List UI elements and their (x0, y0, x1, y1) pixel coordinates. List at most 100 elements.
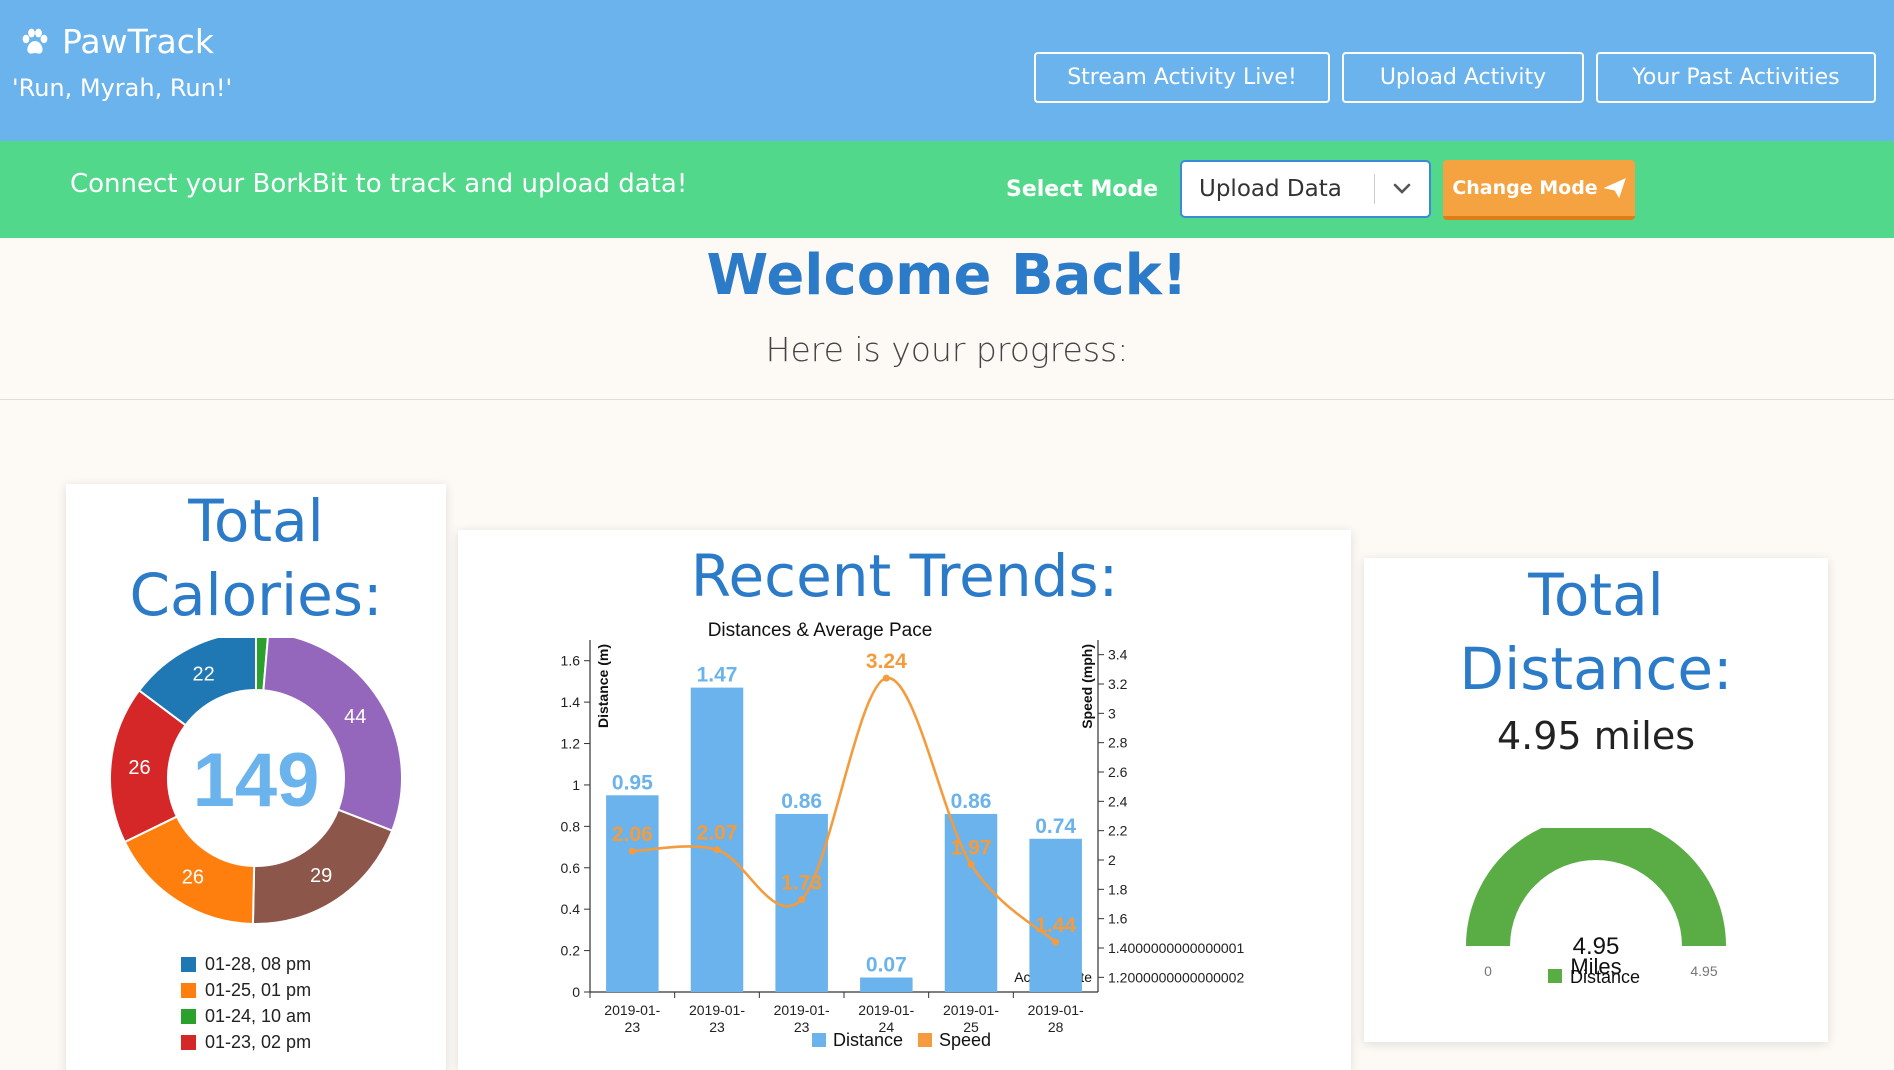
legend-swatch (181, 1009, 196, 1024)
legend-swatch-speed (918, 1033, 932, 1047)
gauge-max-label: 4.95 (1690, 963, 1717, 979)
speed-data-label: 2.06 (612, 823, 653, 846)
legend-swatch (181, 957, 196, 972)
gauge-min-label: 0 (1484, 963, 1492, 979)
legend-swatch (181, 983, 196, 998)
y2-tick-label: 3.4 (1108, 647, 1128, 663)
calories-donut-chart: 44 29 26 26 22 149 01-28, 08 pm 01-25, 01 pm 01-… (109, 638, 403, 1052)
distance-data-label: 1.47 (697, 664, 738, 687)
mode-select-value: Upload Data (1199, 176, 1342, 202)
app-name: PawTrack (62, 22, 214, 61)
progress-subtitle: Here is your progress: (765, 330, 1129, 369)
calories-title-line2: Calories: (129, 561, 383, 629)
calories-title-line1: Total (188, 487, 324, 555)
y2-tick-label: 2.4 (1108, 793, 1128, 809)
y2-tick-label: 3.2 (1108, 676, 1128, 692)
select-mode-label: Select Mode (1006, 177, 1159, 202)
x-tick-label: 2019-01- (1028, 1002, 1084, 1018)
top-header: PawTrack 'Run, Myrah, Run!' Stream Activ… (0, 0, 1894, 141)
y-tick-label: 0.2 (561, 943, 581, 959)
y2-tick-label: 1.2000000000000002 (1108, 969, 1244, 985)
y2-tick-label: 1.8 (1108, 881, 1128, 897)
distance-data-label: 0.07 (866, 954, 907, 977)
speed-data-label: 1.97 (951, 836, 992, 859)
speed-point (628, 847, 636, 855)
slice-label: 44 (344, 706, 366, 728)
x-tick-label: 23 (625, 1019, 641, 1035)
speed-point (967, 860, 975, 868)
x-tick-label: 2019-01- (943, 1002, 999, 1018)
y-tick-label: 1 (572, 777, 580, 793)
slice-label: 29 (310, 865, 332, 887)
speed-data-label: 2.07 (697, 822, 738, 845)
x-tick-label: 28 (1048, 1019, 1064, 1035)
y2-tick-label: 2.6 (1108, 764, 1128, 780)
gauge-legend-swatch (1548, 969, 1562, 983)
welcome-title: Welcome Back! (706, 243, 1188, 308)
speed-data-label: 1.73 (781, 872, 822, 895)
speed-point (882, 674, 890, 682)
gauge-legend-label: Distance (1570, 967, 1640, 987)
distance-title: Total Distance: (1364, 558, 1828, 706)
distance-data-label: 0.95 (612, 771, 653, 794)
distance-bar (860, 977, 913, 992)
legend-label: 01-28, 08 pm (205, 954, 311, 974)
trends-chart: Distances & Average Pace 0 0.2 0.4 0.6 0.8 1 1.… (561, 620, 1245, 1050)
legend-label: 01-23, 02 pm (205, 1032, 311, 1052)
x-tick-label: 23 (794, 1019, 810, 1035)
chart-subtitle: Distances & Average Pace (708, 620, 933, 641)
brand[interactable]: PawTrack (20, 22, 214, 61)
distance-gauge-chart: 4.95Miles0 4.95Distance (1466, 828, 1726, 987)
section-divider (0, 399, 1894, 400)
slice-label: 22 (193, 663, 215, 685)
y2-tick-label: 2.8 (1108, 735, 1128, 751)
y-tick-label: 1.2 (561, 736, 581, 752)
x-tick-label: 2019-01- (774, 1002, 830, 1018)
y2-tick-label: 3 (1108, 705, 1116, 721)
y-tick-label: 1.6 (561, 653, 581, 669)
mode-select[interactable]: Upload Data (1180, 160, 1431, 218)
y2-tick-label: 2.2 (1108, 823, 1128, 839)
speed-point (713, 846, 721, 854)
legend-label-speed: Speed (939, 1030, 991, 1050)
x-tick-label: 2019-01- (858, 1002, 914, 1018)
y-tick-label: 0.8 (561, 818, 581, 834)
x-tick-label: 2019-01- (604, 1002, 660, 1018)
y2-tick-label: 2 (1108, 852, 1116, 868)
slice-label: 26 (182, 867, 204, 889)
distance-title-line2: Distance: (1459, 635, 1733, 703)
calories-title: Total Calories: (66, 484, 446, 632)
past-activities-button[interactable]: Your Past Activities (1596, 52, 1876, 103)
speed-point (798, 896, 806, 904)
calories-total: 149 (193, 738, 320, 823)
y-tick-label: 0 (572, 984, 580, 1000)
slice-label: 26 (128, 757, 150, 779)
legend-swatch (181, 1035, 196, 1050)
chevron-down-icon[interactable] (1375, 183, 1429, 195)
distance-data-label: 0.86 (781, 790, 822, 813)
y-tick-label: 0.6 (561, 860, 581, 876)
gauge-fill (1466, 828, 1726, 946)
y-axis-label: Distance (m) (595, 644, 611, 728)
distance-card: Total Distance: 4.95 miles 4.95 Miles 0 4.9… (1364, 558, 1828, 1042)
distance-title-line1: Total (1528, 561, 1664, 629)
y2-tick-label: 1.4000000000000001 (1108, 940, 1244, 956)
paper-plane-icon (1603, 178, 1626, 198)
upload-activity-button[interactable]: Upload Activity (1342, 52, 1584, 103)
x-tick-label: 2019-01- (689, 1002, 745, 1018)
y-tick-label: 0.4 (561, 901, 581, 917)
connect-message: Connect your BorkBit to track and upload… (70, 169, 688, 199)
calories-card: Total Calories: 44 29 26 26 22 149 01-28, 08 p… (66, 484, 446, 1070)
y2-axis-label: Speed (mph) (1079, 644, 1095, 729)
legend-label: 01-24, 10 am (205, 1006, 311, 1026)
legend-label-distance: Distance (833, 1030, 903, 1050)
distance-data-label: 0.74 (1035, 815, 1076, 838)
total-distance-value: 4.95 miles (1497, 714, 1695, 758)
stream-activity-button[interactable]: Stream Activity Live! (1034, 52, 1330, 103)
tagline: 'Run, Myrah, Run!' (12, 74, 233, 102)
distance-data-label: 0.86 (951, 790, 992, 813)
y2-tick-label: 1.6 (1108, 911, 1128, 927)
change-mode-button[interactable]: Change Mode (1443, 160, 1635, 220)
legend-label: 01-25, 01 pm (205, 980, 311, 1000)
x-tick-label: 23 (709, 1019, 725, 1035)
